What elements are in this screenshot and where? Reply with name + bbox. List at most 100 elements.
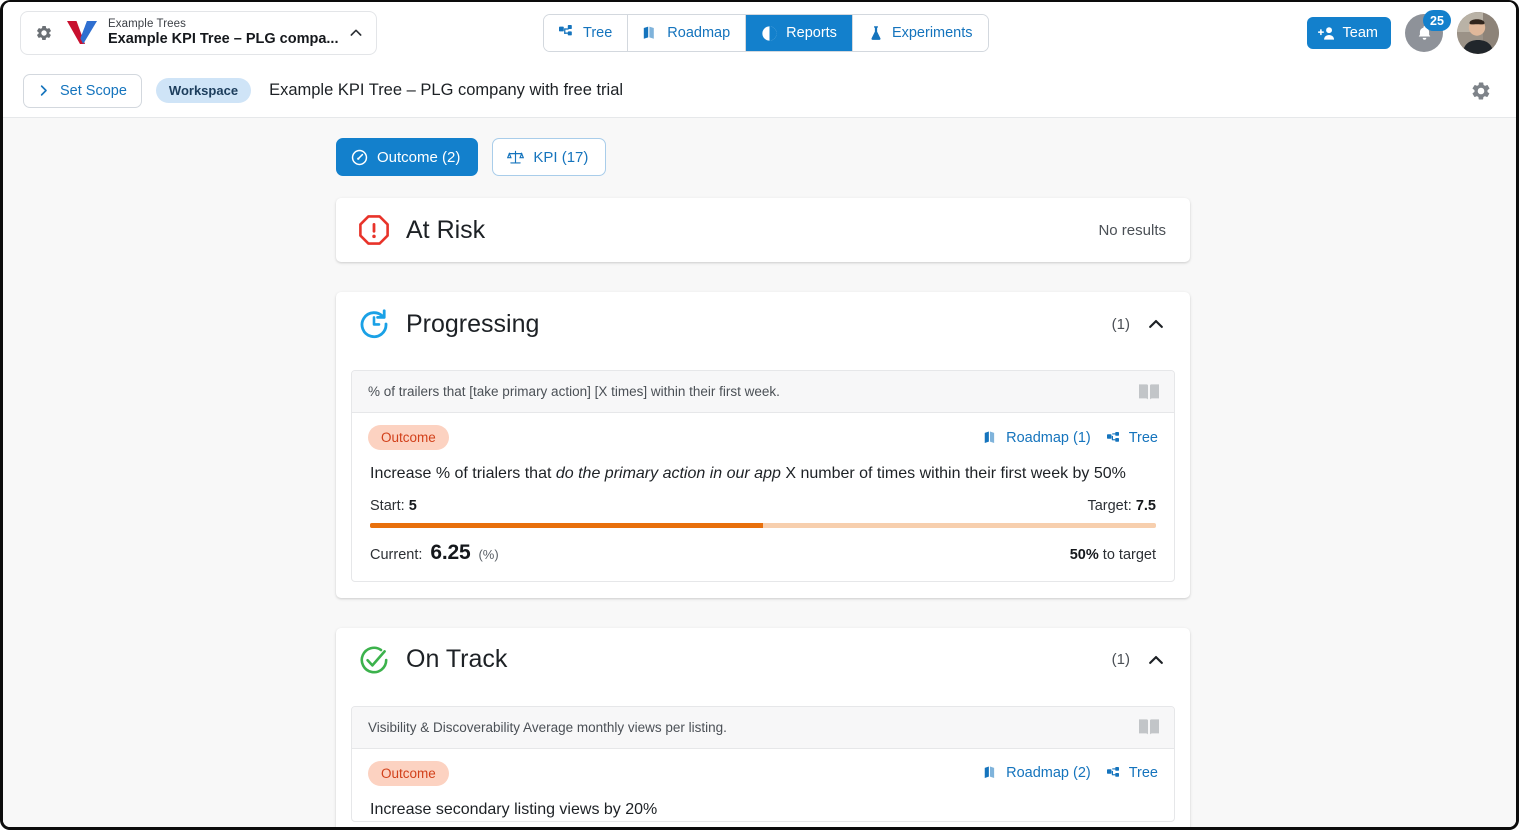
- on-track-count: (1): [1111, 651, 1130, 669]
- section-on-track: On Track (1) Visibility & Discoverabilit…: [336, 627, 1190, 827]
- filter-outcome[interactable]: Outcome (2): [336, 138, 479, 176]
- progressing-clock-arrow-icon: [358, 308, 390, 340]
- metric-start-label: Start:: [370, 497, 405, 514]
- metric-card: % of trailers that [take primary action]…: [351, 370, 1175, 582]
- metric-tree-label: Tree: [1128, 429, 1158, 446]
- scope-bar: Set Scope Workspace Example KPI Tree – P…: [3, 64, 1516, 118]
- metric-meta-row: Outcome Roadmap (2) Tree: [352, 749, 1174, 786]
- main-nav-tabs: Tree Roadmap Reports Experiments: [543, 14, 989, 52]
- tab-roadmap[interactable]: Roadmap: [628, 15, 747, 51]
- notifications-button[interactable]: 25: [1405, 10, 1451, 52]
- tab-tree-label: Tree: [583, 25, 613, 41]
- metric-current-row: Current: 6.25 (%) 50% to target: [352, 528, 1174, 581]
- report-content: Outcome (2) KPI (17) At Risk No results …: [3, 118, 1516, 827]
- metric-current-label: Current:: [370, 546, 423, 563]
- metric-links: Roadmap (1) Tree: [984, 430, 1158, 446]
- filter-outcome-label: Outcome (2): [377, 148, 461, 166]
- metric-tree-label: Tree: [1128, 765, 1158, 782]
- at-risk-card: At Risk No results: [336, 198, 1190, 262]
- scope-title: Example KPI Tree – PLG company with free…: [269, 81, 624, 99]
- filter-kpi[interactable]: KPI (17): [492, 138, 607, 176]
- metric-current-unit: (%): [478, 546, 499, 562]
- metric-description-pre: Increase % of trialers that: [370, 465, 556, 482]
- team-button-label: Team: [1342, 25, 1378, 41]
- metric-card: Visibility & Discoverability Average mon…: [351, 705, 1175, 822]
- metric-tree-link[interactable]: Tree: [1106, 429, 1158, 446]
- metric-to-target-label: to target: [1098, 546, 1156, 563]
- metric-target: Target: 7.5: [1087, 498, 1156, 514]
- set-scope-button[interactable]: Set Scope: [23, 73, 142, 108]
- metric-to-target-value: 50%: [1069, 546, 1099, 563]
- metric-header: Visibility & Discoverability Average mon…: [352, 706, 1174, 749]
- progressing-body: % of trailers that [take primary action]…: [336, 356, 1190, 598]
- gear-icon[interactable]: [1470, 80, 1492, 102]
- set-scope-label: Set Scope: [60, 82, 127, 99]
- at-risk-title: At Risk: [406, 215, 486, 244]
- metric-description: Increase % of trialers that do the prima…: [352, 450, 1174, 485]
- chevron-up-icon[interactable]: [348, 25, 364, 41]
- at-risk-no-results: No results: [1098, 221, 1166, 239]
- progressing-count: (1): [1111, 315, 1130, 333]
- tree-selector-subtitle: Example Trees: [108, 18, 186, 31]
- top-right-cluster: Team 25: [1306, 2, 1499, 64]
- metric-start-target-row: Start: 5 Target: 7.5: [352, 485, 1174, 514]
- section-at-risk: At Risk No results: [336, 198, 1190, 262]
- avatar[interactable]: [1457, 12, 1499, 54]
- workspace-chip[interactable]: Workspace: [155, 78, 252, 103]
- tree-selector-labels: Example Trees Example KPI Tree – PLG com…: [108, 18, 338, 47]
- notifications-badge: 25: [1423, 10, 1451, 31]
- metric-links: Roadmap (2) Tree: [984, 765, 1158, 781]
- metric-to-target: 50% to target: [1070, 547, 1156, 563]
- tab-experiments[interactable]: Experiments: [852, 15, 988, 51]
- metric-current: Current: 6.25 (%): [370, 541, 499, 565]
- chevron-up-icon[interactable]: [1146, 650, 1166, 670]
- metric-header: % of trailers that [take primary action]…: [352, 371, 1174, 413]
- at-risk-octagon-icon: [358, 214, 390, 246]
- metric-description-post: X number of times within their first wee…: [780, 465, 1126, 482]
- metric-start: Start: 5: [370, 498, 417, 514]
- tree-selector-title: Example KPI Tree – PLG compa...: [108, 31, 339, 48]
- metric-roadmap-link[interactable]: Roadmap (1): [984, 430, 1091, 446]
- status-badge: Outcome: [368, 760, 449, 786]
- status-badge: Outcome: [368, 425, 449, 450]
- metric-roadmap-label: Roadmap (2): [1006, 765, 1091, 782]
- chevron-right-icon: [36, 83, 51, 98]
- metric-target-label: Target:: [1087, 497, 1132, 514]
- metric-start-value: 5: [408, 497, 417, 514]
- tab-tree[interactable]: Tree: [544, 15, 629, 51]
- metric-roadmap-label: Roadmap (1): [1006, 429, 1091, 446]
- progressing-header[interactable]: Progressing (1): [336, 292, 1190, 356]
- progressing-title: Progressing: [406, 309, 540, 338]
- tree-selector[interactable]: Example Trees Example KPI Tree – PLG com…: [20, 11, 378, 55]
- type-filter-row: Outcome (2) KPI (17): [3, 118, 1516, 176]
- metric-header-text: Visibility & Discoverability Average mon…: [368, 719, 727, 735]
- metric-tree-link[interactable]: Tree: [1106, 765, 1158, 782]
- team-button[interactable]: Team: [1306, 17, 1391, 49]
- top-bar: Example Trees Example KPI Tree – PLG com…: [3, 2, 1516, 64]
- gear-icon[interactable]: [35, 24, 53, 42]
- metric-description: Increase secondary listing views by 20%: [370, 800, 658, 818]
- metric-meta-row: Outcome Roadmap (1) Tree: [352, 413, 1174, 450]
- progressing-card: Progressing (1) % of trailers that [take…: [336, 292, 1190, 598]
- metric-roadmap-link[interactable]: Roadmap (2): [984, 765, 1091, 781]
- filter-kpi-label: KPI (17): [533, 148, 589, 166]
- chevron-up-icon[interactable]: [1146, 314, 1166, 334]
- open-book-icon[interactable]: [1138, 717, 1160, 737]
- metric-header-text: % of trailers that [take primary action]…: [368, 384, 780, 399]
- at-risk-header[interactable]: At Risk No results: [336, 198, 1190, 262]
- metric-description-emphasis: do the primary action in our app: [555, 465, 781, 482]
- tab-reports-label: Reports: [786, 25, 837, 41]
- metric-target-value: 7.5: [1135, 497, 1156, 514]
- section-progressing: Progressing (1) % of trailers that [take…: [336, 292, 1190, 598]
- on-track-check-circle-icon: [358, 644, 390, 676]
- app-window: Example Trees Example KPI Tree – PLG com…: [0, 0, 1519, 830]
- on-track-title: On Track: [406, 645, 508, 674]
- tab-reports[interactable]: Reports: [746, 15, 853, 51]
- on-track-header[interactable]: On Track (1): [336, 628, 1190, 692]
- on-track-body: Visibility & Discoverability Average mon…: [336, 692, 1190, 827]
- tab-experiments-label: Experiments: [891, 25, 973, 41]
- open-book-icon[interactable]: [1138, 382, 1160, 402]
- vistaly-v-logo: [67, 20, 97, 46]
- metric-current-value: 6.25: [430, 540, 471, 564]
- tab-roadmap-label: Roadmap: [667, 25, 731, 41]
